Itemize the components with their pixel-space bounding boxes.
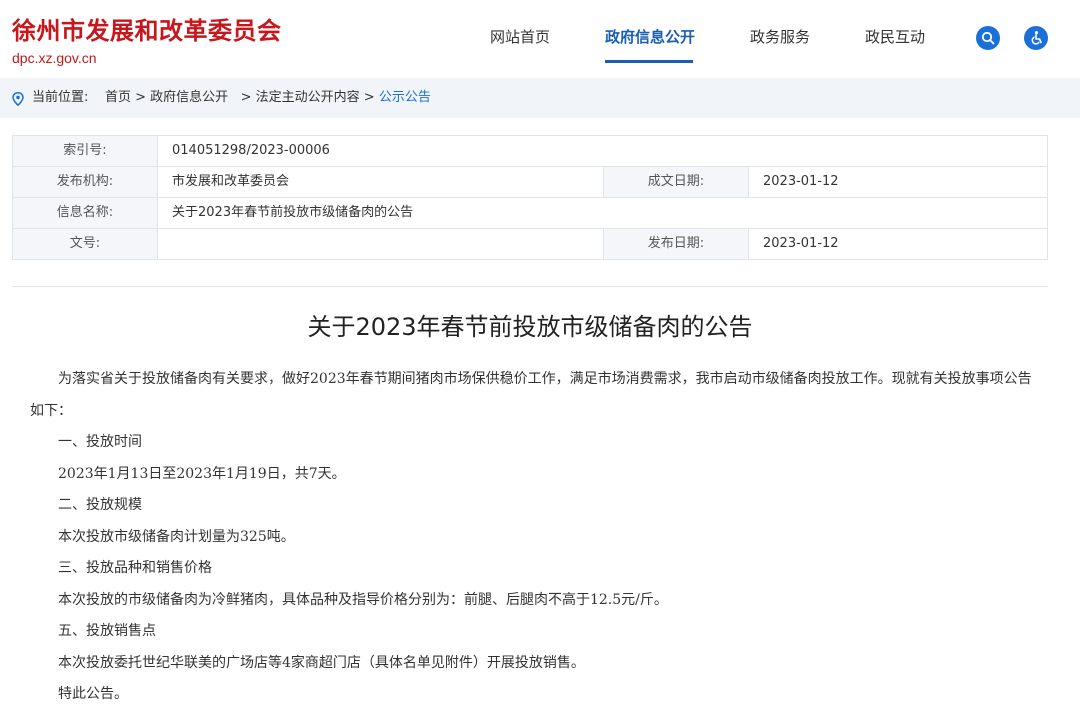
- table-row: 信息名称: 关于2023年春节前投放市级储备肉的公告: [12, 197, 1048, 229]
- nav-home[interactable]: 网站首页: [490, 26, 550, 48]
- doc-number-value: [157, 228, 604, 260]
- breadcrumb-prefix: 当前位置:: [32, 90, 89, 105]
- publish-date-value: 2023-01-12: [748, 228, 1048, 260]
- article-closing: 特此公告。: [58, 686, 128, 702]
- article-paragraph-time: 2023年1月13日至2023年1月19日，共7天。: [58, 465, 346, 482]
- org-value: 市发展和改革委员会: [157, 166, 604, 198]
- doc-number-label: 文号:: [12, 228, 158, 260]
- breadcrumb: 当前位置: 首页 > 政府信息公开 > 法定主动公开内容 > 公示公告: [0, 78, 1080, 118]
- breadcrumb-separator: >: [363, 90, 375, 105]
- nav-gov-services[interactable]: 政务服务: [750, 26, 810, 48]
- breadcrumb-home[interactable]: 首页: [105, 90, 131, 105]
- table-row: 发布机构: 市发展和改革委员会 成文日期: 2023-01-12: [12, 166, 1048, 198]
- nav-gov-info-disclosure[interactable]: 政府信息公开: [605, 26, 695, 48]
- site-domain: dpc.xz.gov.cn: [12, 50, 97, 66]
- table-row: 文号: 发布日期: 2023-01-12: [12, 228, 1048, 260]
- article-paragraph-sales-points: 本次投放委托世纪华联美的广场店等4家商超门店（具体名单见附件）开展投放销售。: [58, 654, 585, 671]
- nav-public-interaction[interactable]: 政民互动: [865, 26, 925, 48]
- section-divider: [12, 286, 1048, 287]
- index-value: 014051298/2023-00006: [157, 135, 1048, 167]
- created-date-value: 2023-01-12: [748, 166, 1048, 198]
- article-heading-time: 一、投放时间: [58, 434, 142, 450]
- article-heading-sales-points: 五、投放销售点: [58, 623, 156, 639]
- created-date-label: 成文日期:: [603, 166, 749, 198]
- article-paragraph-scale: 本次投放市级储备肉计划量为325吨。: [58, 528, 295, 545]
- org-label: 发布机构:: [12, 166, 158, 198]
- search-icon[interactable]: [976, 26, 1000, 50]
- article-body: 为落实省关于投放储备肉有关要求，做好2023年春节期间猪肉市场保供稳价工作，满足…: [30, 364, 1040, 711]
- article-paragraph-intro: 为落实省关于投放储备肉有关要求，做好2023年春节期间猪肉市场保供稳价工作，满足…: [30, 371, 1032, 419]
- table-row: 索引号: 014051298/2023-00006: [12, 135, 1048, 167]
- publish-date-label: 发布日期:: [603, 228, 749, 260]
- breadcrumb-gov-info[interactable]: 政府信息公开: [150, 90, 228, 105]
- breadcrumb-separator: >: [135, 90, 146, 105]
- location-pin-icon: [12, 91, 24, 110]
- breadcrumb-separator: >: [240, 90, 252, 105]
- article-title: 关于2023年春节前投放市级储备肉的公告: [307, 313, 753, 341]
- info-name-value: 关于2023年春节前投放市级储备肉的公告: [157, 197, 1048, 229]
- index-label: 索引号:: [12, 135, 158, 167]
- site-title[interactable]: 徐州市发展和改革委员会: [12, 16, 282, 46]
- breadcrumb-announcements[interactable]: 公示公告: [379, 90, 431, 105]
- breadcrumb-statutory-disclosure[interactable]: 法定主动公开内容: [256, 90, 360, 105]
- site-header: 徐州市发展和改革委员会 dpc.xz.gov.cn 网站首页 政府信息公开 政务…: [0, 0, 1080, 78]
- article-heading-variety-price: 三、投放品种和销售价格: [58, 560, 212, 576]
- article-paragraph-variety-price: 本次投放的市级储备肉为冷鲜猪肉，具体品种及指导价格分别为：前腿、后腿肉不高于12…: [58, 591, 668, 608]
- info-name-label: 信息名称:: [12, 197, 158, 229]
- document-info-table: 索引号: 014051298/2023-00006 发布机构: 市发展和改革委员…: [12, 135, 1048, 260]
- article-heading-scale: 二、投放规模: [58, 497, 142, 513]
- nav-active-indicator: [605, 60, 693, 63]
- accessibility-icon[interactable]: [1024, 26, 1048, 50]
